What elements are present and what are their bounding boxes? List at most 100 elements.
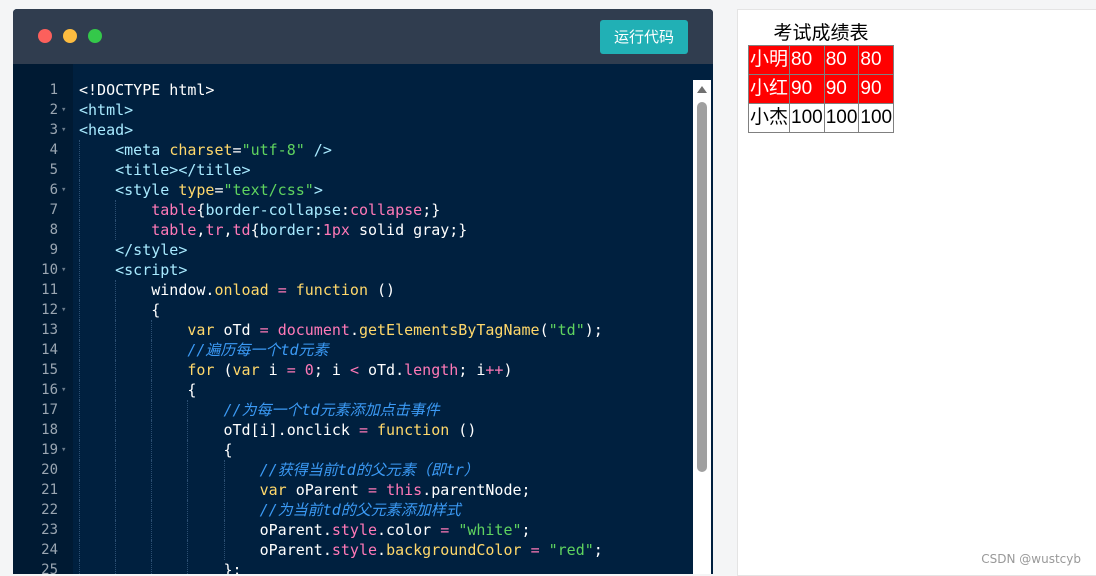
code-line[interactable]: 25 }; — [13, 560, 693, 574]
code-line[interactable]: 15 for (var i = 0; i < oTd.length; i++) — [13, 360, 693, 380]
code-line[interactable]: 2 ▾ <html> — [13, 100, 693, 120]
table-cell[interactable]: 小红 — [747, 74, 791, 104]
code-token: //为每一个td元素添加点击事件 — [223, 401, 440, 419]
code-text: //为每一个td元素添加点击事件 — [79, 400, 440, 420]
line-number: 1 — [49, 82, 58, 98]
code-line[interactable]: 18 oTd[i].onclick = function () — [13, 420, 693, 440]
code-line[interactable]: 4 <meta charset="utf-8" /> — [13, 140, 693, 160]
close-dot-icon[interactable] — [38, 29, 52, 43]
minimize-dot-icon[interactable] — [63, 29, 77, 43]
code-line[interactable]: 17 //为每一个td元素添加点击事件 — [13, 400, 693, 420]
code-text: //遍历每一个td元素 — [79, 340, 329, 360]
code-token: getElementsByTagName — [358, 321, 540, 339]
code-token: oParent. — [259, 521, 332, 539]
table-cell[interactable]: 80 — [858, 45, 895, 75]
scroll-up-arrow-icon[interactable] — [697, 86, 707, 93]
line-number: 7 — [49, 202, 58, 218]
indent-guide — [79, 500, 115, 520]
code-line[interactable]: 11 window.onload = function () — [13, 280, 693, 300]
indent-guide — [115, 500, 151, 520]
code-line[interactable]: 8 table,tr,td{border:1px solid gray;} — [13, 220, 693, 240]
code-line[interactable]: 22 //为当前td的父元素添加样式 — [13, 500, 693, 520]
table-cell[interactable]: 80 — [789, 45, 825, 75]
code-token: table — [151, 221, 197, 239]
code-token: , — [223, 221, 233, 239]
code-line[interactable]: 3 ▾ <head> — [13, 120, 693, 140]
code-line[interactable]: 1 <!DOCTYPE html> — [13, 80, 693, 100]
vertical-scrollbar[interactable] — [693, 80, 711, 574]
code-line[interactable]: 19 ▾ { — [13, 440, 693, 460]
fold-arrow-icon[interactable]: ▾ — [61, 260, 66, 280]
table-cell[interactable]: 100 — [823, 103, 860, 133]
code-token: type — [178, 181, 215, 199]
code-line[interactable]: 7 table{border-collapse:collapse;} — [13, 200, 693, 220]
code-token: <html> — [79, 101, 134, 119]
code-token: function — [295, 281, 368, 299]
table-row[interactable]: 小杰 100 100 100 — [747, 103, 895, 133]
table-cell[interactable]: 90 — [858, 74, 895, 104]
line-number: 19 — [41, 442, 58, 458]
fold-arrow-icon[interactable]: ▾ — [61, 100, 66, 120]
indent-guide — [115, 280, 151, 300]
table-cell[interactable]: 80 — [823, 45, 860, 75]
table-cell[interactable]: 100 — [858, 103, 895, 133]
indent-guide — [187, 480, 223, 500]
code-token: length — [404, 361, 459, 379]
code-line[interactable]: 23 oParent.style.color = "white"; — [13, 520, 693, 540]
code-line[interactable]: 16 ▾ { — [13, 380, 693, 400]
line-number: 25 — [41, 562, 58, 574]
indent-guide — [187, 420, 223, 440]
code-text: <meta charset="utf-8" /> — [79, 140, 332, 160]
table-cell[interactable]: 小明 — [747, 45, 791, 75]
table-cell[interactable]: 小杰 — [747, 103, 791, 133]
code-token: charset — [169, 141, 233, 159]
code-text: table{border-collapse:collapse;} — [79, 200, 440, 220]
indent-guide — [187, 400, 223, 420]
fold-arrow-icon[interactable]: ▾ — [61, 120, 66, 140]
table-cell[interactable]: 90 — [823, 74, 860, 104]
code-line[interactable]: 12 ▾ { — [13, 300, 693, 320]
code-token: onload — [214, 281, 269, 299]
code-area[interactable]: 1 <!DOCTYPE html> 2 ▾ <html> 3 ▾ <head> 4 <meta … — [13, 80, 693, 574]
table-cell[interactable]: 100 — [789, 103, 825, 133]
code-token: "red" — [548, 541, 594, 559]
fold-arrow-icon[interactable]: ▾ — [61, 440, 66, 460]
table-row[interactable]: 小红 90 90 90 — [747, 74, 895, 104]
code-token: () — [449, 421, 477, 439]
indent-guide — [151, 340, 187, 360]
fold-arrow-icon[interactable]: ▾ — [61, 180, 66, 200]
run-code-button[interactable]: 运行代码 — [600, 20, 688, 54]
code-line[interactable]: 5 <title></title> — [13, 160, 693, 180]
code-token: oParent. — [259, 541, 332, 559]
code-line[interactable]: 14 //遍历每一个td元素 — [13, 340, 693, 360]
code-token: oTd[i].onclick — [223, 421, 359, 439]
indent-guide — [115, 480, 151, 500]
fold-arrow-icon[interactable]: ▾ — [61, 300, 66, 320]
indent-guide — [151, 540, 187, 560]
indent-guide — [115, 420, 151, 440]
code-line[interactable]: 9 </style> — [13, 240, 693, 260]
code-line[interactable]: 20 //获得当前td的父元素（即tr） — [13, 460, 693, 480]
code-token: oParent — [286, 481, 368, 499]
code-line[interactable]: 13 var oTd = document.getElementsByTagNa… — [13, 320, 693, 340]
code-token: . — [377, 541, 387, 559]
code-token: ) — [503, 361, 513, 379]
code-line[interactable]: 24 oParent.style.backgroundColor = "red"… — [13, 540, 693, 560]
code-token: border-collapse — [205, 201, 341, 219]
line-number: 24 — [41, 542, 58, 558]
code-line[interactable]: 10 ▾ <script> — [13, 260, 693, 280]
table-row[interactable]: 小明 80 80 80 — [747, 45, 895, 75]
code-text: for (var i = 0; i < oTd.length; i++) — [79, 360, 513, 380]
code-line[interactable]: 6 ▾ <style type="text/css"> — [13, 180, 693, 200]
code-line[interactable]: 21 var oParent = this.parentNode; — [13, 480, 693, 500]
indent-guide — [223, 500, 260, 520]
code-token: //获得当前td的父元素（即tr） — [259, 461, 479, 479]
scrollbar-thumb[interactable] — [697, 102, 707, 472]
fold-arrow-icon[interactable]: ▾ — [61, 380, 66, 400]
maximize-dot-icon[interactable] — [88, 29, 102, 43]
code-token: backgroundColor — [386, 541, 522, 559]
code-token: = — [358, 421, 368, 439]
table-cell[interactable]: 90 — [789, 74, 825, 104]
